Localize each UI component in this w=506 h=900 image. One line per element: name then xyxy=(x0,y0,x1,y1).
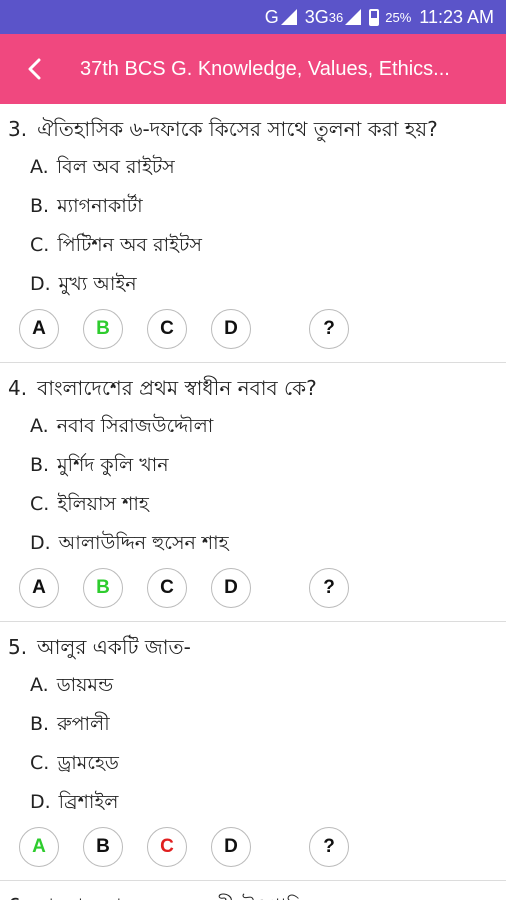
answer-buttons: A B C D ? xyxy=(0,822,506,872)
question-text: 5. আলুর একটি জাত- xyxy=(0,628,506,666)
app-bar: 37th BCS G. Knowledge, Values, Ethics... xyxy=(0,34,506,104)
question-body: ঐতিহাসিক ৬-দফাকে কিসের সাথে তুলনা করা হয… xyxy=(37,117,438,141)
answer-buttons: A B C D ? xyxy=(0,304,506,354)
battery-indicator: 25% xyxy=(369,8,411,26)
answer-c-button[interactable]: C xyxy=(147,827,187,867)
question-number: 3. xyxy=(8,117,28,141)
option-a: A. বিল অব রাইটস xyxy=(30,156,175,178)
question-card: 5. আলুর একটি জাত- A. ডায়মন্ড B. রুপালী C.… xyxy=(0,622,506,881)
answer-a-button[interactable]: A xyxy=(19,827,59,867)
question-card: 3. ঐতিহাসিক ৬-দফাকে কিসের সাথে তুলনা করা… xyxy=(0,104,506,363)
page-title: 37th BCS G. Knowledge, Values, Ethics... xyxy=(80,57,450,80)
answer-d-button[interactable]: D xyxy=(211,827,251,867)
battery-icon xyxy=(369,8,380,26)
answer-a-button[interactable]: A xyxy=(19,309,59,349)
clock: 11:23 AM xyxy=(419,6,494,27)
option-b: B. ম্যাগনাকার্টা xyxy=(30,195,143,217)
answer-c-button[interactable]: C xyxy=(147,568,187,608)
question-text: 3. ঐতিহাসিক ৬-দফাকে কিসের সাথে তুলনা করা… xyxy=(0,110,506,148)
answer-buttons: A B C D ? xyxy=(0,563,506,613)
option-c: C. পিটিশন অব রাইটস xyxy=(30,234,202,256)
question-text: 6. বাংলাদেশে সবচেয়ে বেশী উৎপাদিত হয়- xyxy=(0,887,506,900)
question-body: বাংলাদেশের প্রথম স্বাধীন নবাব কে? xyxy=(37,376,317,400)
option-b: B. মুর্শিদ কুলি খান xyxy=(30,454,169,476)
back-button[interactable] xyxy=(14,49,54,89)
question-card: 4. বাংলাদেশের প্রথম স্বাধীন নবাব কে? A. ন… xyxy=(0,363,506,622)
question-number: 5. xyxy=(8,635,28,659)
help-button[interactable]: ? xyxy=(309,568,349,608)
option-c: C. ড্রামহেড xyxy=(30,752,119,774)
answer-c-button[interactable]: C xyxy=(147,309,187,349)
help-button[interactable]: ? xyxy=(309,309,349,349)
option-d: D. আলাউদ্দিন হুসেন শাহ xyxy=(30,532,229,554)
option-a: A. ডায়মন্ড xyxy=(30,674,114,696)
help-button[interactable]: ? xyxy=(309,827,349,867)
status-bar: G 3G 36 25% 11:23 AM xyxy=(0,0,506,34)
answer-d-button[interactable]: D xyxy=(211,568,251,608)
option-a: A. নবাব সিরাজউদ্দৌলা xyxy=(30,415,214,437)
signal-icon xyxy=(345,9,362,25)
answer-b-button[interactable]: B xyxy=(83,568,123,608)
question-list[interactable]: 3. ঐতিহাসিক ৬-দফাকে কিসের সাথে তুলনা করা… xyxy=(0,104,506,900)
mobile-data-indicator: 3G 36 xyxy=(305,7,362,28)
question-body: আলুর একটি জাত- xyxy=(37,635,191,659)
signal-icon xyxy=(280,9,297,25)
question-text: 4. বাংলাদেশের প্রথম স্বাধীন নবাব কে? xyxy=(0,369,506,407)
answer-a-button[interactable]: A xyxy=(19,568,59,608)
question-number: 6. xyxy=(8,891,27,900)
answer-b-button[interactable]: B xyxy=(83,309,123,349)
option-c: C. ইলিয়াস শাহ xyxy=(30,493,149,515)
network-indicator: G xyxy=(265,7,297,28)
answer-b-button[interactable]: B xyxy=(83,827,123,867)
option-d: D. মুখ্য আইন xyxy=(30,273,137,295)
chevron-left-icon xyxy=(28,58,41,80)
question-body: বাংলাদেশে সবচেয়ে বেশী উৎপাদিত হয়- xyxy=(37,891,488,900)
option-d: D. ব্রিশাইল xyxy=(30,791,119,813)
option-b: B. রুপালী xyxy=(30,713,110,735)
question-card: 6. বাংলাদেশে সবচেয়ে বেশী উৎপাদিত হয়- xyxy=(0,881,506,900)
question-number: 4. xyxy=(8,376,28,400)
answer-d-button[interactable]: D xyxy=(211,309,251,349)
